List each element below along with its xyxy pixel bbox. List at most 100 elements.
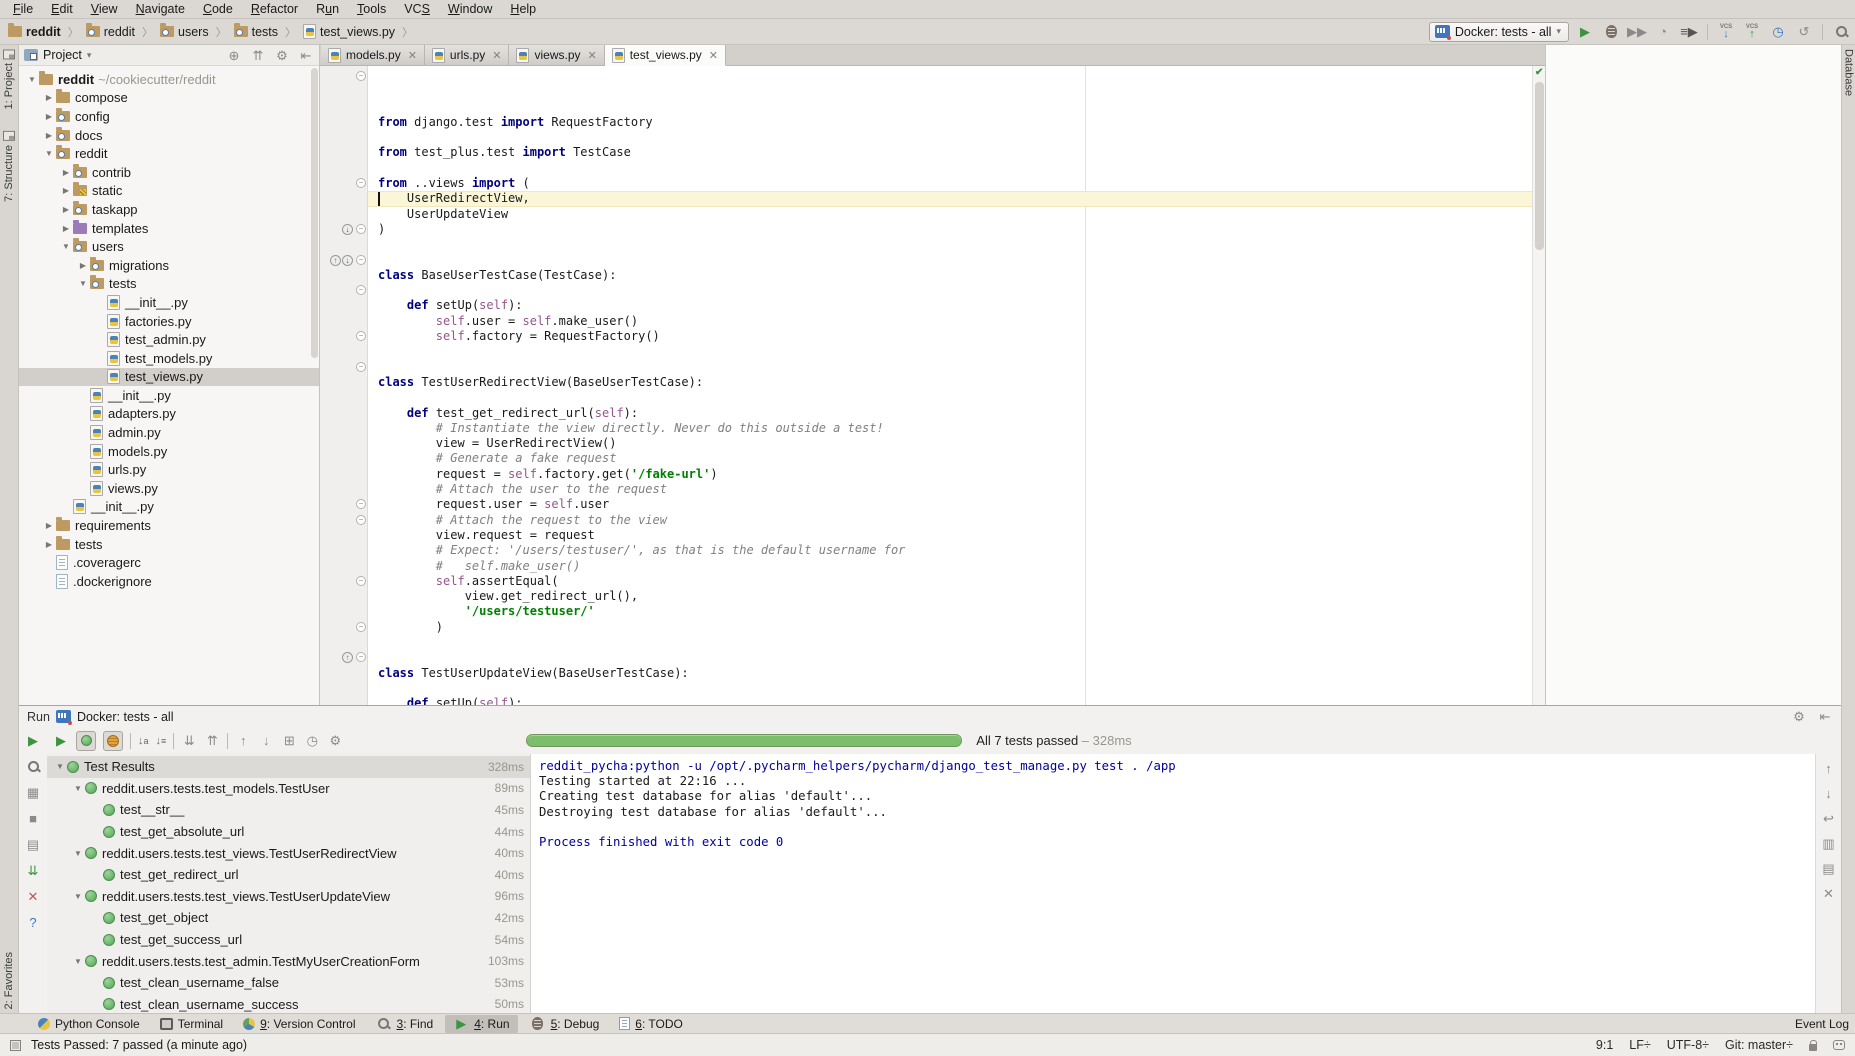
run-configuration-select[interactable]: Docker: tests - all ▾ [1429, 22, 1569, 42]
clear-all-icon[interactable]: ✕ [1821, 885, 1837, 901]
tree-item-test-models-py[interactable]: test_models.py [19, 349, 319, 368]
menu-item-code[interactable]: Code [194, 0, 242, 18]
test-row[interactable]: ▼reddit.users.tests.test_views.TestUserR… [47, 842, 530, 864]
close-icon[interactable]: ✕ [408, 49, 417, 62]
menu-item-help[interactable]: Help [501, 0, 545, 18]
tree-item-admin-py[interactable]: admin.py [19, 423, 319, 442]
run-icon[interactable]: ▶ [1577, 24, 1593, 40]
code-line[interactable] [378, 681, 1545, 696]
collapse-all-icon[interactable]: ⇈ [204, 733, 220, 749]
caret-position-indicator[interactable]: 9:1 [1596, 1038, 1613, 1052]
code-line[interactable]: request = self.factory.get('/fake-url') [378, 467, 1545, 482]
test-row[interactable]: test_get_success_url54ms [47, 929, 530, 951]
close-icon[interactable]: ✕ [25, 888, 41, 904]
breadcrumb-item[interactable]: test_views.py [301, 24, 397, 39]
tree-item--init-py[interactable]: __init__.py [19, 386, 319, 405]
tree-item-models-py[interactable]: models.py [19, 442, 319, 461]
tool-window-button-database[interactable]: Database [1843, 49, 1855, 96]
tool-window-button-run[interactable]: ▶4: Run [445, 1015, 517, 1033]
rerun-tests-icon[interactable]: ▶ [53, 733, 69, 749]
chevron-down-icon[interactable]: ▼ [53, 762, 67, 771]
fold-marker-icon[interactable]: − [356, 331, 366, 341]
test-row[interactable]: ▼reddit.users.tests.test_models.TestUser… [47, 778, 530, 800]
tree-item-tests[interactable]: ▶tests [19, 535, 319, 554]
test-row[interactable]: test_get_absolute_url44ms [47, 821, 530, 843]
code-line[interactable]: def setUp(self): [378, 696, 1545, 705]
vcs-update-icon[interactable]: VCS↓ [1718, 24, 1734, 40]
test-history-icon[interactable]: ◷ [304, 733, 320, 749]
test-row[interactable]: ▼reddit.users.tests.test_views.TestUserU… [47, 886, 530, 908]
coverage-icon[interactable]: ▶▶ [1629, 24, 1645, 40]
code-line[interactable]: class TestUserRedirectView(BaseUserTestC… [378, 375, 1545, 390]
code-line[interactable] [378, 390, 1545, 405]
run-dashboard-icon[interactable]: ≡▶ [1681, 24, 1697, 40]
tab-models-py[interactable]: models.py✕ [321, 45, 425, 65]
fold-marker-icon[interactable]: − [356, 622, 366, 632]
test-row[interactable]: test__str__45ms [47, 799, 530, 821]
test-row[interactable]: test_clean_username_success50ms [47, 994, 530, 1013]
scroll-down-icon[interactable]: ↓ [1821, 785, 1837, 801]
code-line[interactable]: from django.test import RequestFactory [378, 115, 1545, 130]
tree-item-migrations[interactable]: ▶migrations [19, 256, 319, 275]
run-test-gutter-marks[interactable]: ↑ [342, 652, 353, 663]
chevron-down-icon[interactable]: ▼ [42, 149, 56, 158]
code-line[interactable]: view.get_redirect_url(), [378, 589, 1545, 604]
chevron-right-icon[interactable]: ▶ [59, 205, 73, 214]
search-icon[interactable] [25, 758, 41, 774]
hide-panel-icon[interactable]: ⇤ [1817, 709, 1833, 725]
tab-test-views-py[interactable]: test_views.py✕ [605, 45, 726, 66]
menu-item-refactor[interactable]: Refactor [242, 0, 307, 18]
previous-failed-icon[interactable]: ↑ [235, 733, 251, 749]
tree-item-reddit[interactable]: ▼reddit~/cookiecutter/reddit [19, 70, 319, 89]
tab-views-py[interactable]: views.py✕ [509, 45, 604, 65]
tool-window-button-favorites[interactable]: 2: Favorites [3, 952, 15, 1009]
fold-marker-icon[interactable]: − [356, 362, 366, 372]
code-line[interactable]: ) [378, 620, 1545, 635]
ignored-filter-toggle[interactable] [103, 731, 123, 751]
code-line[interactable]: # Instantiate the view directly. Never d… [378, 421, 1545, 436]
inspection-ok-icon[interactable]: ✔ [1535, 68, 1545, 78]
tree-item-adapters-py[interactable]: adapters.py [19, 405, 319, 424]
settings-icon[interactable]: ⚙ [327, 733, 343, 749]
editor-scrollbar[interactable]: ✔ [1532, 66, 1545, 705]
code-line[interactable] [378, 635, 1545, 650]
menu-item-view[interactable]: View [82, 0, 127, 18]
project-view-selector[interactable]: Project ▾ [24, 48, 222, 62]
soft-wrap-icon[interactable]: ↩ [1821, 810, 1837, 826]
tree-item--coveragerc[interactable]: .coveragerc [19, 553, 319, 572]
export-results-icon[interactable]: ⊞ [281, 733, 297, 749]
code-line[interactable]: # Generate a fake request [378, 451, 1545, 466]
code-line[interactable]: view.request = request [378, 528, 1545, 543]
chevron-down-icon[interactable]: ▼ [71, 892, 85, 901]
chevron-down-icon[interactable]: ▼ [71, 849, 85, 858]
code-line[interactable]: ) [378, 222, 1545, 237]
menu-item-tools[interactable]: Tools [348, 0, 395, 18]
test-row[interactable]: ▼reddit.users.tests.test_admin.TestMyUse… [47, 950, 530, 972]
test-up-icon[interactable]: ↑ [342, 652, 353, 663]
fold-marker-icon[interactable]: − [356, 285, 366, 295]
help-icon[interactable]: ? [25, 914, 41, 930]
local-history-icon[interactable]: ◷ [1770, 24, 1786, 40]
code-line[interactable]: '/users/testuser/' [378, 604, 1545, 619]
fold-marker-icon[interactable]: − [356, 224, 366, 234]
tool-window-button-version-control[interactable]: 9: Version Control [235, 1016, 363, 1032]
collapse-all-icon[interactable]: ⇈ [250, 47, 266, 63]
chevron-right-icon[interactable]: ▶ [59, 168, 73, 177]
code-line[interactable]: self.assertEqual( [378, 574, 1545, 589]
tree-item-templates[interactable]: ▶templates [19, 219, 319, 238]
event-log-button[interactable]: Event Log [1795, 1017, 1849, 1031]
code-line[interactable]: def setUp(self): [378, 298, 1545, 313]
code-line[interactable] [378, 237, 1545, 252]
breadcrumb-item[interactable]: users [158, 25, 211, 39]
chevron-down-icon[interactable]: ▼ [59, 242, 73, 251]
passed-filter-toggle[interactable] [76, 731, 96, 751]
console-output-icon[interactable]: ▤ [25, 836, 41, 852]
scroll-to-end-icon[interactable]: ⇊ [25, 862, 41, 878]
code-line[interactable]: view = UserRedirectView() [378, 436, 1545, 451]
restore-layout-icon[interactable]: ▦ [25, 784, 41, 800]
search-icon[interactable] [1833, 24, 1849, 40]
locate-file-icon[interactable]: ⊕ [226, 47, 242, 63]
tool-window-button-terminal[interactable]: Terminal [152, 1016, 231, 1032]
fold-marker-icon[interactable]: − [356, 515, 366, 525]
fold-marker-icon[interactable]: − [356, 178, 366, 188]
